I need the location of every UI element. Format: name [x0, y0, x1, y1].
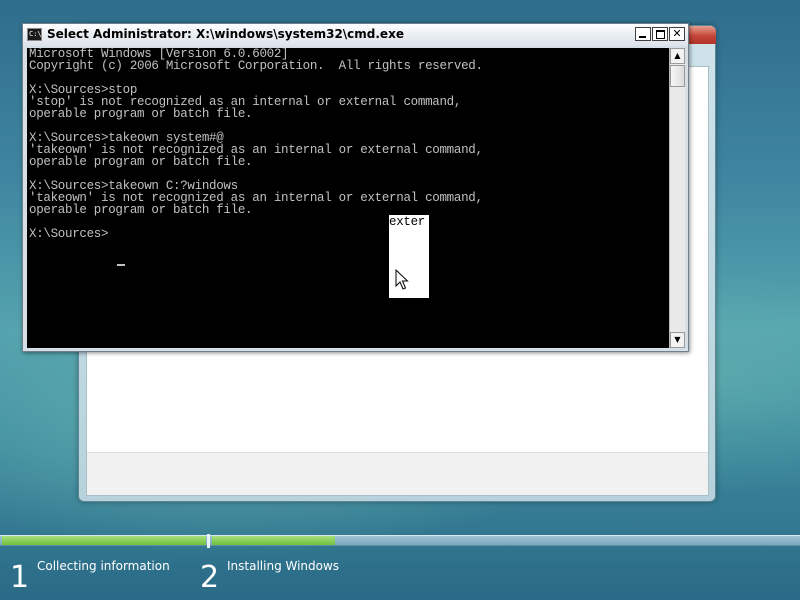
console-line: operable program or batch file. — [29, 107, 253, 121]
console-line: operable program or batch file. — [29, 155, 253, 169]
progress-divider — [207, 534, 210, 548]
progress-fill-step1 — [2, 536, 206, 545]
step-number: 2 — [200, 560, 220, 595]
progress-fill-step2 — [212, 536, 335, 545]
vertical-scrollbar[interactable]: ▲ ▼ — [669, 48, 685, 348]
maximize-button[interactable] — [652, 27, 668, 41]
console-line: Copyright (c) 2006 Microsoft Corporation… — [29, 59, 483, 73]
step-number: 1 — [10, 560, 30, 595]
close-button[interactable]: ✕ — [669, 27, 685, 41]
setup-progress-bar — [0, 534, 800, 548]
console-line: X:\Sources> — [29, 227, 109, 241]
setup-close-button[interactable] — [686, 26, 716, 44]
step-label: Installing Windows — [227, 559, 340, 573]
scrollbar-thumb[interactable] — [670, 65, 685, 87]
selected-text: exter — [389, 216, 426, 228]
setup-footer — [87, 452, 708, 495]
console-output[interactable]: Microsoft Windows [Version 6.0.6002] Cop… — [27, 48, 669, 348]
step-label: Collecting information — [37, 559, 170, 573]
cmd-app-icon[interactable]: C:\ — [27, 28, 42, 41]
setup-progress-area: 1 Collecting information 2 Installing Wi… — [0, 532, 800, 600]
text-cursor — [117, 264, 125, 266]
minimize-button[interactable] — [635, 27, 651, 41]
desktop-background: { "cmd_window": { "title": "Select Admin… — [0, 0, 800, 600]
arrow-up-icon: ▲ — [674, 51, 681, 60]
scroll-up-button[interactable]: ▲ — [670, 48, 685, 64]
console-line: operable program or batch file. — [29, 203, 253, 217]
mouse-pointer-icon — [395, 269, 409, 290]
window-title: Select Administrator: X:\windows\system3… — [47, 27, 404, 41]
cmd-titlebar[interactable]: C:\ Select Administrator: X:\windows\sys… — [23, 24, 688, 46]
cmd-window[interactable]: C:\ Select Administrator: X:\windows\sys… — [22, 23, 689, 352]
arrow-down-icon: ▼ — [674, 335, 681, 344]
close-icon: ✕ — [672, 27, 682, 40]
scroll-down-button[interactable]: ▼ — [670, 332, 685, 348]
